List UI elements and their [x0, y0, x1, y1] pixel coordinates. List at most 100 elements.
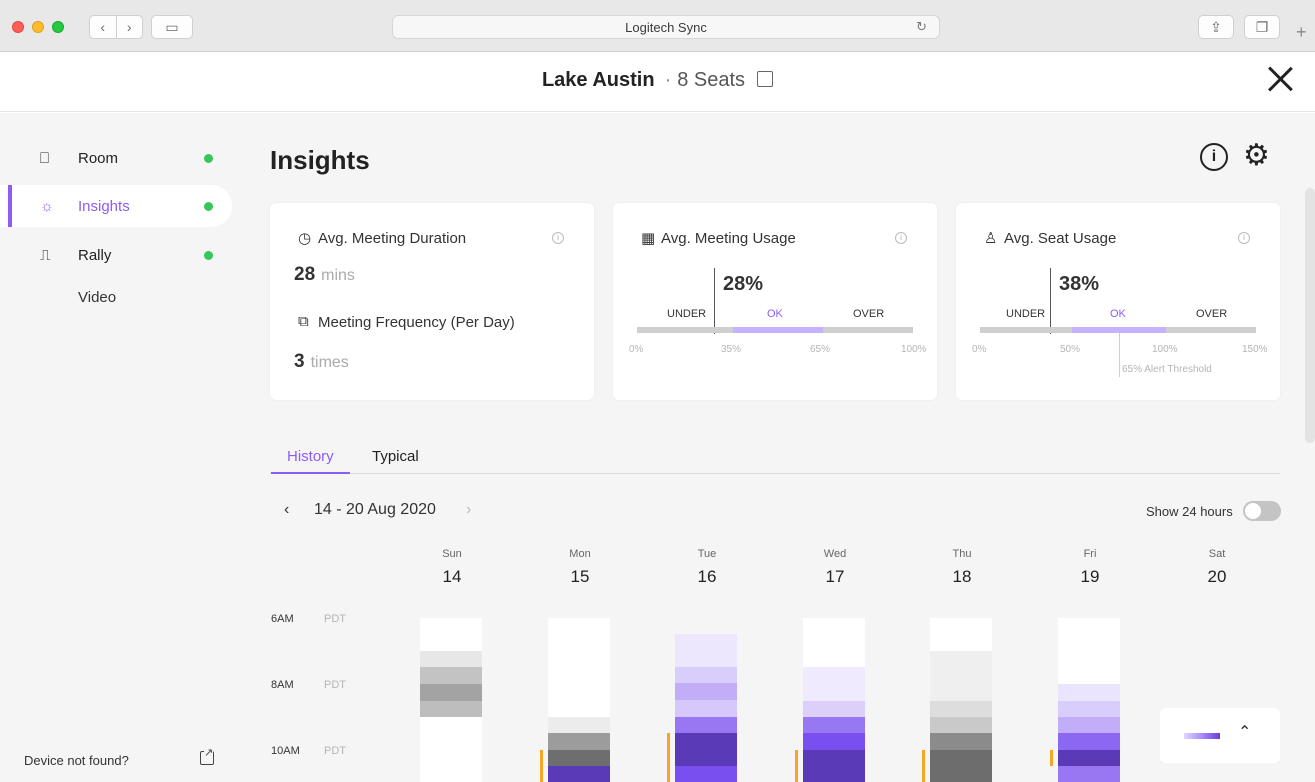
rally-device-icon: ⎍ [40, 247, 51, 264]
heatmap-column-mon[interactable] [548, 618, 610, 782]
chevron-up-icon[interactable]: ⌃ [1238, 722, 1251, 742]
device-not-found-link[interactable]: Device not found? [24, 753, 129, 768]
day-header: Tue 16 [675, 548, 739, 587]
day-header: Thu 18 [930, 548, 994, 587]
metric-number: 3 [294, 351, 305, 372]
address-bar[interactable]: Logitech Sync ↻ [392, 15, 940, 39]
chevron-right-icon[interactable]: › [466, 501, 471, 519]
history-tabs: History Typical [270, 444, 1280, 474]
tick-label: 50% [1060, 344, 1081, 355]
heatmap-cell [420, 701, 482, 717]
usage-ok-range [733, 327, 823, 333]
heatmap-column-wed[interactable] [803, 618, 865, 782]
usage-marker-line [714, 268, 715, 334]
minimize-window-button[interactable] [32, 21, 44, 33]
share-button[interactable]: ⇪ [1198, 15, 1234, 39]
day-name: Tue [697, 548, 717, 560]
meeting-duration-card: ◷ Avg. Meeting Duration i 28 mins ⧉ Meeti… [270, 203, 594, 400]
info-icon[interactable]: i [895, 232, 907, 244]
status-online-dot [204, 251, 213, 260]
frequency-icon: ⧉ [298, 313, 309, 330]
scrollbar[interactable] [1305, 188, 1315, 443]
day-number: 17 [825, 567, 845, 586]
nav-buttons: ‹ › [89, 15, 143, 39]
heatmap-cell [675, 733, 737, 766]
heatmap-cell [1058, 717, 1120, 733]
external-link-icon[interactable] [200, 746, 214, 765]
heatmap-cell [675, 717, 737, 733]
forward-icon[interactable]: › [116, 19, 142, 35]
date-range-label: 14 - 20 Aug 2020 [314, 501, 436, 518]
tick-label: 0% [972, 344, 987, 355]
metric-number: 28 [294, 264, 316, 285]
legend-gradient [1184, 733, 1220, 739]
day-name: Fri [1083, 548, 1097, 560]
sidebar-item-label: Insights [78, 198, 130, 215]
clock-icon: ◷ [298, 230, 312, 247]
new-tab-button[interactable]: + [1296, 22, 1307, 43]
day-name: Wed [823, 548, 847, 560]
tick-label: 100% [1152, 344, 1178, 355]
info-icon[interactable]: i [1200, 143, 1228, 171]
heatmap-cell [548, 766, 610, 782]
sidebar-item-rally[interactable]: ⎍ Rally [0, 234, 232, 276]
room-seats: 8 Seats [677, 69, 746, 91]
heatmap-column-tue[interactable] [675, 634, 737, 782]
sidebar-item-room[interactable]: ⎕ Room [0, 137, 232, 179]
sidebar-toggle-button[interactable]: ▭ [151, 15, 193, 39]
tick-label: 100% [901, 344, 927, 355]
card-title: Avg. Meeting Duration [318, 230, 467, 247]
calendar-icon: ▦ [641, 230, 656, 247]
gear-icon[interactable]: ⚙ [1243, 139, 1270, 173]
sidebar-item-label: Rally [78, 247, 112, 264]
close-window-button[interactable] [12, 21, 24, 33]
info-icon[interactable]: i [552, 232, 564, 244]
occupancy-marker [795, 750, 798, 782]
seat-usage-card: ♙ Avg. Seat Usage i 38% UNDER OK OVER 0%… [956, 203, 1280, 400]
tabs-icon: ❐ [1255, 18, 1269, 35]
zoom-window-button[interactable] [52, 21, 64, 33]
back-icon[interactable]: ‹ [90, 19, 116, 35]
heatmap-cell [420, 651, 482, 667]
zone-label: UNDER [667, 308, 707, 320]
day-header: Sat 20 [1185, 548, 1249, 587]
tab-history[interactable]: History [271, 448, 350, 474]
day-number: 16 [697, 567, 717, 586]
show-24-hours-toggle[interactable] [1243, 501, 1281, 521]
heatmap-cell [548, 750, 610, 766]
tick-label: 150% [1242, 344, 1268, 355]
heatmap-legend[interactable]: ⌃ [1160, 708, 1280, 763]
frequency-value: 3 times [294, 351, 349, 373]
heatmap-cell [1058, 701, 1120, 717]
room-icon: ⎕ [40, 150, 50, 167]
zone-label: OK [767, 308, 783, 320]
alert-threshold-label: 65% Alert Threshold [1122, 364, 1212, 375]
heatmap-cell [420, 684, 482, 701]
tick-label: 65% [810, 344, 831, 355]
status-online-dot [204, 154, 213, 163]
sidebar-subitem-video[interactable]: Video [78, 289, 116, 306]
heatmap-cell [930, 651, 992, 701]
heatmap-cell [675, 766, 737, 782]
usage-value: 28% [723, 273, 764, 295]
metric-unit: mins [321, 267, 355, 284]
show-tabs-button[interactable]: ❐ [1244, 15, 1280, 39]
heatmap-column-thu[interactable] [930, 618, 992, 782]
day-number: 15 [570, 567, 590, 586]
heatmap-column-sun[interactable] [420, 618, 482, 782]
edit-icon[interactable] [757, 71, 774, 87]
close-icon[interactable] [1263, 62, 1297, 96]
sidebar-item-insights[interactable]: ☼ Insights [0, 185, 232, 227]
timezone-label: PDT [324, 745, 346, 757]
heatmap-column-fri[interactable] [1058, 618, 1120, 782]
info-icon[interactable]: i [1238, 232, 1250, 244]
tab-typical[interactable]: Typical [372, 448, 419, 465]
chevron-left-icon[interactable]: ‹ [284, 501, 289, 519]
show-24-hours-label: Show 24 hours [1146, 504, 1233, 519]
chair-icon: ♙ [984, 230, 998, 247]
insights-panel: Insights i ⚙ ◷ Avg. Meeting Duration i 2… [245, 113, 1315, 782]
zone-label: OVER [1196, 308, 1228, 320]
alert-threshold-line [1119, 333, 1120, 377]
reload-icon[interactable]: ↻ [916, 19, 927, 35]
timezone-label: PDT [324, 613, 346, 625]
